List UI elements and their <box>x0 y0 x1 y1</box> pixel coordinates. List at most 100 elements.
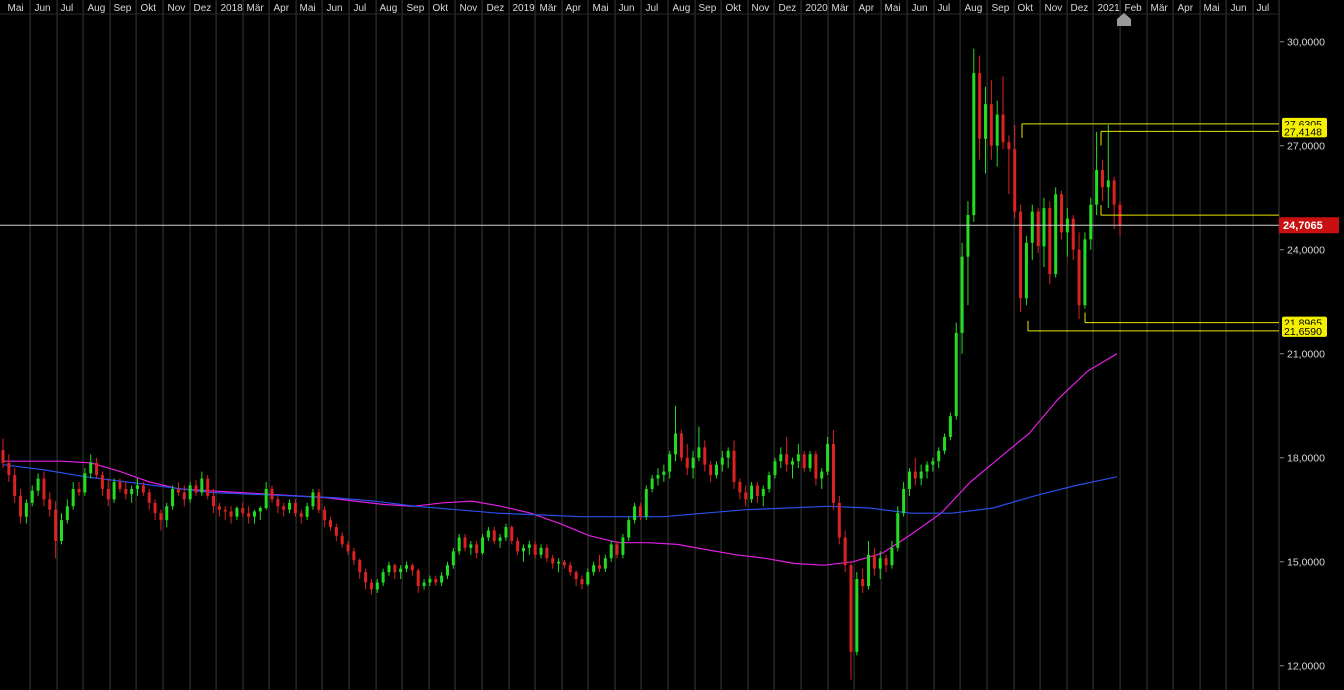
candle-body <box>720 457 724 465</box>
candle-body <box>744 492 748 500</box>
candle-body <box>1089 204 1093 240</box>
candle-body <box>241 508 245 514</box>
candle-body <box>235 508 239 517</box>
candle-body <box>165 506 169 521</box>
candle-body <box>212 495 216 507</box>
candle-body <box>884 558 888 566</box>
candle-body <box>247 513 251 517</box>
candle-body <box>486 530 490 538</box>
candle-body <box>562 561 566 566</box>
candle-body <box>972 72 976 216</box>
candle-body <box>598 565 602 569</box>
candle-body <box>258 508 262 512</box>
candle-body <box>83 473 87 493</box>
candle-body <box>1100 170 1104 188</box>
candle-body <box>89 462 93 474</box>
month-label: Nov <box>168 3 186 14</box>
candle-body <box>305 506 309 517</box>
month-label: Mär <box>540 3 558 14</box>
candle-body <box>960 256 964 333</box>
y-tick-label: 18,0000 <box>1287 453 1325 465</box>
month-label: Jun <box>619 3 635 14</box>
candle-body <box>323 509 327 521</box>
candle-body <box>925 464 929 472</box>
candle-body <box>124 488 128 495</box>
month-label: Sep <box>114 3 132 14</box>
month-label: Dez <box>487 3 505 14</box>
candle-body <box>440 575 444 583</box>
candle-body <box>837 502 841 538</box>
month-label: Nov <box>752 3 770 14</box>
candle-body <box>732 450 736 482</box>
month-label: Dez <box>1071 3 1089 14</box>
candle-body <box>42 478 46 500</box>
candle-body <box>849 565 853 652</box>
candle-body <box>644 488 648 517</box>
candle-body <box>1042 208 1046 247</box>
month-label: Jun <box>35 3 51 14</box>
candle-body <box>217 506 221 510</box>
candle-body <box>188 485 192 500</box>
candle-body <box>989 104 993 146</box>
candle-body <box>171 488 175 507</box>
candle-body <box>434 579 438 583</box>
candle-body <box>1019 211 1023 299</box>
candle-body <box>475 544 479 554</box>
month-label: Mai <box>300 3 316 14</box>
candle-body <box>19 495 23 517</box>
candle-body <box>112 482 116 500</box>
y-tick-label: 30,0000 <box>1287 37 1325 49</box>
candle-body <box>791 461 795 465</box>
candle-body <box>481 537 485 554</box>
stock-chart[interactable]: Mai Jun Jul Aug Sep Okt Nov Dez 2018 Mär Apr Mai Jun… <box>0 0 1344 690</box>
month-label: Mär <box>247 3 265 14</box>
candle-body <box>592 565 596 573</box>
candle-body <box>100 475 104 489</box>
candle-body <box>1024 242 1028 299</box>
candle-body <box>890 547 894 566</box>
candle-body <box>919 471 923 479</box>
candle-body <box>1013 149 1017 212</box>
candle-body <box>299 513 303 517</box>
candle-body <box>814 454 818 479</box>
candle-body <box>77 488 81 493</box>
month-label: Nov <box>1045 3 1063 14</box>
candle-body <box>1007 142 1011 150</box>
candle-body <box>159 513 163 521</box>
candle-body <box>176 488 180 493</box>
month-label: Sep <box>699 3 717 14</box>
candle-body <box>872 554 876 569</box>
candle-body <box>334 527 338 536</box>
candle-body <box>603 558 607 569</box>
candle-body <box>627 520 631 538</box>
candle-body <box>726 450 730 458</box>
month-label: Dez <box>194 3 212 14</box>
candle-body <box>902 488 906 514</box>
y-tick-label: 24,0000 <box>1287 245 1325 257</box>
month-label: Jul <box>61 3 74 14</box>
y-tick-label: 27,0000 <box>1287 141 1325 153</box>
candle-body <box>995 114 999 146</box>
candle-body <box>709 464 713 476</box>
candle-body <box>580 579 584 585</box>
candle-body <box>878 558 882 569</box>
candle-body <box>533 544 537 555</box>
marker-value-label: 27,4148 <box>1284 126 1322 138</box>
candle-body <box>802 454 806 469</box>
chart-background <box>0 0 1344 690</box>
candle-body <box>750 485 754 500</box>
month-label: Apr <box>274 3 290 14</box>
month-label: Okt <box>433 3 449 14</box>
candle-body <box>1030 211 1034 243</box>
candle-body <box>369 582 373 590</box>
candle-body <box>153 502 157 514</box>
candle-body <box>656 475 660 479</box>
month-label: Jul <box>938 3 951 14</box>
month-label: Sep <box>992 3 1010 14</box>
candle-body <box>983 104 987 139</box>
candle-body <box>1048 208 1052 274</box>
candle-body <box>978 72 982 139</box>
month-label: 2018 <box>221 3 244 14</box>
candle-body <box>393 565 397 573</box>
candle-body <box>633 506 637 521</box>
